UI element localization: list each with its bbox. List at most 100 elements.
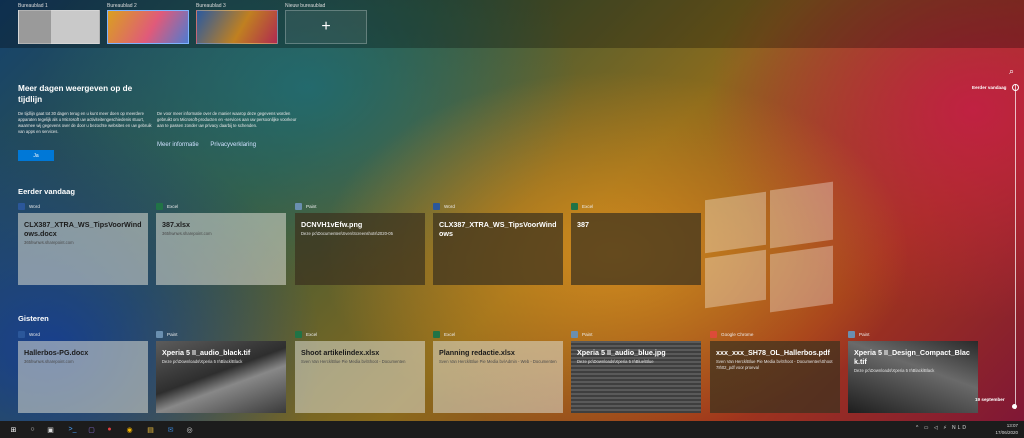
task-view-icon[interactable]: ▣ (45, 424, 56, 435)
card-body[interactable]: xxx_xxx_SH78_OL_Hallerbos.pdf Sven Van He… (710, 341, 840, 413)
app-icon-red[interactable]: ● (104, 424, 115, 435)
card-body[interactable]: DCNVH1vEfw.png Deze pc\Documenten\Sven\Sc… (295, 213, 425, 285)
card-app-label: Excel (433, 331, 455, 338)
timeline-label-bottom: 19 september (975, 397, 1005, 402)
desktop-label: Bureaublad 3 (196, 3, 226, 9)
promo-description: De tijdlijn gaat tot 30 dagen terug en u… (18, 111, 152, 134)
card-subtitle: Sven Van Herck\Blue Pie Media bv\Shoot -… (716, 359, 833, 370)
timeline-handle[interactable] (1012, 84, 1019, 91)
timeline-marker[interactable] (1012, 404, 1017, 409)
activity-card[interactable]: Paint DCNVH1vEfw.png Deze pc\Documenten\Sv… (295, 203, 425, 285)
google-chrome-icon (710, 331, 717, 338)
card-body[interactable]: Xperia 5 II_audio_black.tif Deze pc\Downl… (156, 341, 286, 413)
card-body[interactable]: Xperia 5 II_audio_blue.jpg Deze pc\Downlo… (571, 341, 701, 413)
card-body[interactable]: Shoot artikelindex.xlsx Sven Van Herck\Bl… (295, 341, 425, 413)
timeline-label-top: Eerder vandaag (972, 85, 1007, 90)
desktop-3[interactable]: Bureaublad 3 (196, 3, 278, 44)
desktop-thumbnail[interactable] (18, 10, 100, 44)
activity-card[interactable]: Excel Planning redactie.xlsx Sven Van Herc… (433, 331, 563, 413)
card-app-label: Word (18, 331, 40, 338)
card-app-name: Word (29, 332, 40, 337)
card-app-label: Word (433, 203, 455, 210)
privacy-link[interactable]: Privacyverklaring (210, 142, 256, 148)
desktop-label: Bureaublad 1 (18, 3, 48, 9)
activity-card[interactable]: Excel Shoot artikelindex.xlsx Sven Van Her… (295, 331, 425, 413)
yes-button[interactable]: Ja (18, 150, 54, 161)
desktop-1[interactable]: Bureaublad 1 (18, 3, 100, 44)
word-icon (18, 331, 25, 338)
card-app-name: Paint (167, 332, 178, 337)
card-body[interactable]: 387 (571, 213, 701, 285)
card-body[interactable]: Planning redactie.xlsx Sven Van Herck\Blu… (433, 341, 563, 413)
card-title: 387.xlsx (162, 220, 190, 229)
desktop-label: Nieuw bureaublad (285, 3, 326, 9)
files-icon[interactable]: ▤ (145, 424, 156, 435)
activity-card[interactable]: Word CLX387_XTRA_WS_TipsVoorWindows.docx 3… (18, 203, 148, 285)
card-title: CLX387_XTRA_WS_TipsVoorWindows (439, 220, 557, 238)
desktop-thumbnail[interactable] (196, 10, 278, 44)
card-app-name: Paint (306, 204, 317, 209)
windows-logo-wallpaper (705, 181, 833, 314)
activity-card[interactable]: Word CLX387_XTRA_WS_TipsVoorWindows (433, 203, 563, 285)
paint-icon (848, 331, 855, 338)
activity-card[interactable]: Paint Xperia 5 II_Design_Compact_Black.ti… (848, 331, 978, 413)
plus-icon[interactable]: + (285, 10, 367, 44)
clock[interactable]: 13:07 17/06/2020 (995, 422, 1018, 436)
card-title: Xperia 5 II_audio_black.tif (162, 348, 251, 357)
card-app-name: Excel (444, 332, 456, 337)
activity-card[interactable]: Excel 387.xlsx 365hwnws.sharepoint.com (156, 203, 286, 285)
card-subtitle: Sven Van Herck\Blue Pie Media bv\Admin -… (439, 359, 557, 364)
card-subtitle: 365hwnws.sharepoint.com (162, 231, 212, 236)
activity-card[interactable]: Paint Xperia 5 II_audio_black.tif Deze pc\… (156, 331, 286, 413)
card-subtitle: Sven Van Herck\Blue Pie Media bv\Shoot -… (301, 359, 406, 364)
card-subtitle: 365hwnws.sharepoint.com (24, 359, 74, 364)
desktop-thumbnail[interactable] (107, 10, 189, 44)
search-icon[interactable]: ⌕ (1009, 66, 1014, 77)
promo-links: Meer informatie Privacyverklaring (157, 142, 266, 148)
card-title: Xperia 5 II_Design_Compact_Black.tif (854, 348, 970, 366)
card-app-name: Paint (582, 332, 593, 337)
excel-icon (433, 331, 440, 338)
word-icon (433, 203, 440, 210)
outlook-icon[interactable]: ✉ (165, 424, 176, 435)
card-app-name: Google Chrome (721, 332, 754, 337)
card-subtitle: Deze pc\Downloads\Xperia 5 II\Black\Blac… (162, 359, 243, 364)
card-app-name: Paint (859, 332, 870, 337)
card-title: Xperia 5 II_audio_blue.jpg (577, 348, 666, 357)
activity-card[interactable]: Word Hallerbos-PG.docx 365hwnws.sharepoint… (18, 331, 148, 413)
card-app-label: Paint (848, 331, 869, 338)
promo-description-2: De voor meer informatie over de manier w… (157, 111, 297, 128)
paint-icon (295, 203, 302, 210)
card-title: 387 (577, 220, 589, 229)
card-title: CLX387_XTRA_WS_TipsVoorWindows.docx (24, 220, 142, 238)
activity-card[interactable]: Paint Xperia 5 II_audio_blue.jpg Deze pc\D… (571, 331, 701, 413)
chrome-icon[interactable]: ◉ (124, 424, 135, 435)
more-info-link[interactable]: Meer informatie (157, 142, 199, 148)
desktop-2[interactable]: Bureaublad 2 (107, 3, 189, 44)
card-title: xxx_xxx_SH78_OL_Hallerbos.pdf (716, 348, 830, 357)
start-icon[interactable]: ⊞ (8, 424, 19, 435)
card-body[interactable]: Xperia 5 II_Design_Compact_Black.tif Deze… (848, 341, 978, 413)
app-icon-purple[interactable]: ▢ (86, 424, 97, 435)
card-app-name: Excel (582, 204, 594, 209)
activity-card[interactable]: Excel 387 (571, 203, 701, 285)
card-subtitle: Deze pc\Documenten\Sven\Screenshots\2020… (301, 231, 393, 236)
new-desktop-button[interactable]: Nieuw bureaublad + (285, 3, 367, 44)
card-title: DCNVH1vEfw.png (301, 220, 363, 229)
terminal-icon[interactable]: >_ (67, 424, 78, 435)
paint-icon (156, 331, 163, 338)
excel-icon (295, 331, 302, 338)
card-body[interactable]: CLX387_XTRA_WS_TipsVoorWindows.docx 365hw… (18, 213, 148, 285)
desktop-label: Bureaublad 2 (107, 3, 137, 9)
card-body[interactable]: 387.xlsx 365hwnws.sharepoint.com (156, 213, 286, 285)
system-tray[interactable]: ^ ▭ ◁ ⚡ NLD (916, 425, 968, 431)
clock-date: 17/06/2020 (995, 430, 1018, 435)
activity-card[interactable]: Google Chrome xxx_xxx_SH78_OL_Hallerbos.p… (710, 331, 840, 413)
timeline-track[interactable] (1015, 84, 1016, 409)
promo-title: Meer dagen weergeven op de tijdlijn (18, 84, 133, 104)
card-body[interactable]: Hallerbos-PG.docx 365hwnws.sharepoint.com (18, 341, 148, 413)
app-icon-circle[interactable]: ◎ (184, 424, 195, 435)
search-icon[interactable]: ○ (27, 424, 38, 435)
virtual-desktops-strip: Bureaublad 1 Bureaublad 2 Bureaublad 3 N… (0, 0, 1024, 48)
card-body[interactable]: CLX387_XTRA_WS_TipsVoorWindows (433, 213, 563, 285)
